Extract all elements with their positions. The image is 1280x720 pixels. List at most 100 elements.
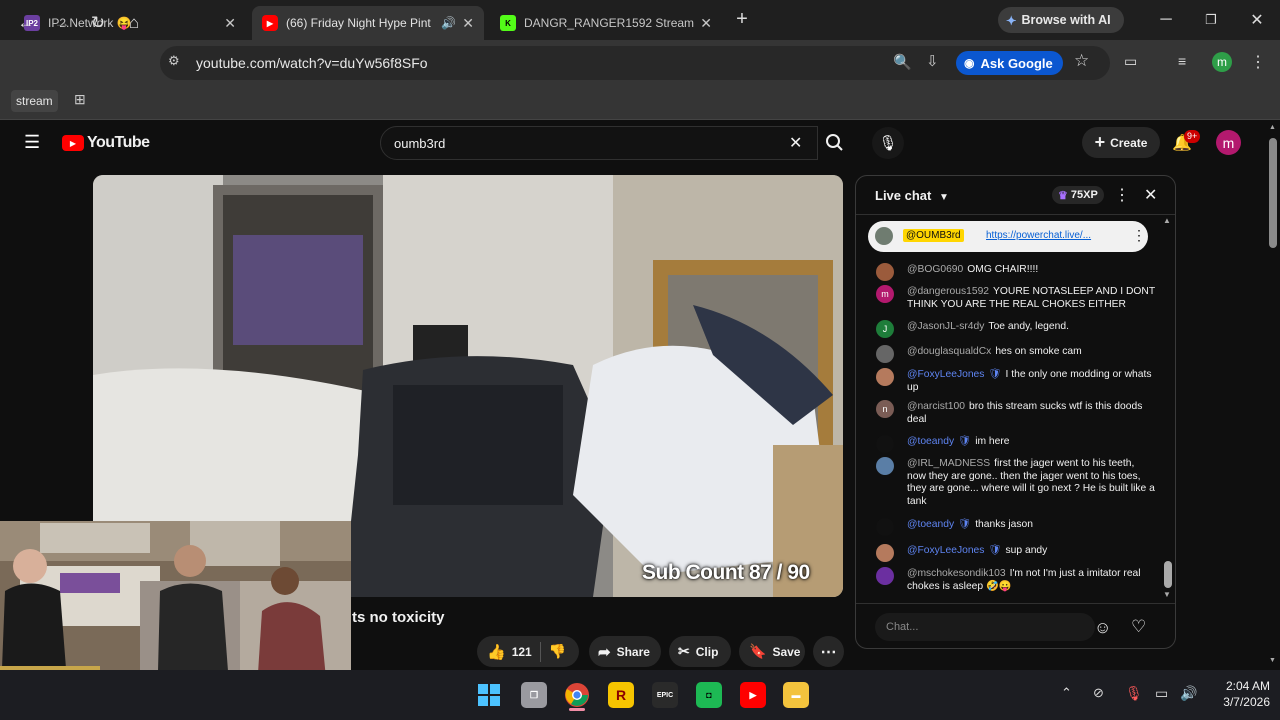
share-button[interactable]: ➦ Share xyxy=(589,636,661,667)
pinned-menu-icon[interactable]: ⋮ xyxy=(1132,227,1146,244)
reading-mode-icon[interactable]: ▭ xyxy=(1124,53,1137,70)
share-icon: ➦ xyxy=(598,643,611,661)
site-info-icon[interactable]: ⚙ xyxy=(168,53,186,71)
zoom-icon[interactable]: 🔍 xyxy=(893,53,912,71)
file-explorer-icon[interactable]: ▬ xyxy=(783,682,809,708)
tab-youtube[interactable]: ▶ (66) Friday Night Hype Pint 🔊 ✕ xyxy=(252,6,484,40)
search-button[interactable] xyxy=(816,126,852,160)
close-tab-icon[interactable]: ✕ xyxy=(224,15,236,32)
crown-icon: ♛ xyxy=(1058,189,1068,202)
message-text: hes on smoke cam xyxy=(995,346,1082,357)
chat-input[interactable]: Chat... xyxy=(875,613,1095,641)
ask-google-label: Ask Google xyxy=(980,55,1053,71)
browse-with-ai-button[interactable]: ✦ Browse with AI xyxy=(998,7,1124,33)
back-icon[interactable]: ← xyxy=(14,11,38,35)
network-off-icon[interactable]: ⊘ xyxy=(1093,685,1104,701)
create-label: Create xyxy=(1110,135,1148,150)
scroll-up-icon[interactable]: ▲ xyxy=(1163,216,1171,225)
page-scrollbar[interactable]: ▲ ▼ xyxy=(1266,121,1280,670)
create-button[interactable]: + Create xyxy=(1082,127,1160,158)
notification-badge: 9+ xyxy=(1184,130,1201,143)
scroll-down-icon[interactable]: ▼ xyxy=(1163,590,1171,599)
restore-icon[interactable]: ❐ xyxy=(1197,8,1225,32)
apps-grid-icon[interactable]: ⊞ xyxy=(74,91,86,108)
bookmark-star-icon[interactable]: ☆ xyxy=(1074,51,1089,71)
close-tab-icon[interactable]: ✕ xyxy=(700,15,712,32)
page-scrollbar-thumb[interactable] xyxy=(1269,138,1277,248)
chat-scrollbar-thumb[interactable] xyxy=(1164,561,1172,588)
install-icon[interactable]: ⇩ xyxy=(926,52,939,70)
account-avatar[interactable]: m xyxy=(1216,130,1241,155)
clip-button[interactable]: ✂ Clip xyxy=(669,636,731,667)
message-text: thanks jason xyxy=(975,519,1034,530)
display-icon[interactable]: ▭ xyxy=(1155,685,1168,702)
microphone-icon[interactable]: 🎙 xyxy=(1125,685,1143,702)
epic-games-icon[interactable]: EPIC xyxy=(652,682,678,708)
youtube-favicon-icon: ▶ xyxy=(262,15,278,31)
profile-avatar[interactable]: m xyxy=(1212,52,1232,72)
pinned-link[interactable]: https://powerchat.live/... xyxy=(986,230,1091,241)
clock[interactable]: 2:04 AM 3/7/2026 xyxy=(1206,678,1270,710)
dislike-icon[interactable]: 👎 xyxy=(549,643,566,660)
forward-icon[interactable]: → xyxy=(50,11,74,35)
save-button[interactable]: 🔖 Save xyxy=(739,636,805,667)
bookmark-stream[interactable]: stream xyxy=(11,90,58,112)
search-input[interactable] xyxy=(380,126,818,160)
volume-icon[interactable]: 🔊 xyxy=(1180,685,1197,702)
rockstar-icon[interactable]: R xyxy=(608,682,634,708)
divider xyxy=(539,641,541,662)
like-icon[interactable]: 👍 xyxy=(487,643,506,661)
speaker-icon[interactable]: 🔊 xyxy=(441,16,456,30)
like-count[interactable]: 121 xyxy=(512,645,532,659)
emoji-icon[interactable]: ☺ xyxy=(1094,618,1111,638)
media-control-icon[interactable]: ≡ xyxy=(1178,53,1186,69)
message-author[interactable]: @narcist100 xyxy=(907,401,965,412)
voice-search-icon[interactable]: 🎙 xyxy=(872,127,904,159)
task-view-icon[interactable]: ❐ xyxy=(521,682,547,708)
close-tab-icon[interactable]: ✕ xyxy=(462,15,474,32)
ask-google-button[interactable]: ◉ Ask Google xyxy=(956,51,1063,75)
message-author[interactable]: @FoxyLeeJones xyxy=(907,545,984,556)
reload-icon[interactable]: ↻ xyxy=(86,11,110,35)
chat-message: @douglasqualdCx hes on smoke cam xyxy=(876,345,1156,363)
message-author[interactable]: @toeandy xyxy=(907,519,954,530)
close-window-icon[interactable]: ✕ xyxy=(1243,8,1271,32)
message-author[interactable]: @dangerous1592 xyxy=(907,286,989,297)
message-author[interactable]: @FoxyLeeJones xyxy=(907,369,984,380)
message-author[interactable]: @douglasqualdCx xyxy=(907,346,991,357)
chrome-icon[interactable] xyxy=(564,682,590,708)
menu-kebab-icon[interactable]: ⋮ xyxy=(1250,52,1266,72)
chevron-up-icon[interactable]: ⌃ xyxy=(1061,685,1072,701)
live-chat-panel: Live chat ▼ ♛ 75XP ⋮ ✕ @OUMB3rd https://… xyxy=(855,175,1176,649)
search-input-value[interactable]: oumb3rd xyxy=(394,136,445,151)
scroll-up-icon[interactable]: ▲ xyxy=(1269,124,1276,131)
chat-menu-icon[interactable]: ⋮ xyxy=(1114,185,1130,205)
tab-kick[interactable]: K DANGR_RANGER1592 Stream - ✕ xyxy=(490,6,722,40)
close-chat-icon[interactable]: ✕ xyxy=(1144,185,1157,205)
clear-search-icon[interactable]: ✕ xyxy=(789,133,802,153)
message-author[interactable]: @toeandy xyxy=(907,436,954,447)
windows-start-icon[interactable] xyxy=(476,682,502,708)
url-text[interactable]: youtube.com/watch?v=duYw56f8SFo xyxy=(196,55,428,71)
message-author[interactable]: @mschokesondik103 xyxy=(907,568,1006,579)
home-icon[interactable]: ⌂ xyxy=(122,11,146,35)
xp-value: 75XP xyxy=(1070,189,1098,201)
hamburger-menu-icon[interactable]: ☰ xyxy=(24,132,40,153)
heart-icon[interactable]: ♡ xyxy=(1131,617,1146,637)
youtube-logo[interactable]: ▶ YouTube xyxy=(62,134,150,152)
message-author[interactable]: @BOG0690 xyxy=(907,264,963,275)
minimize-icon[interactable]: ─ xyxy=(1152,8,1180,32)
pinned-message[interactable]: @OUMB3rd https://powerchat.live/... ⋮ xyxy=(868,221,1148,252)
xp-badge[interactable]: ♛ 75XP xyxy=(1052,186,1104,204)
new-tab-icon[interactable]: + xyxy=(731,8,753,32)
message-author[interactable]: @IRL_MADNESS xyxy=(907,458,990,469)
moderator-badge-icon: 🛡 xyxy=(988,545,1002,556)
active-indicator xyxy=(569,708,585,711)
plus-icon: + xyxy=(1094,132,1106,152)
message-author[interactable]: @JasonJL-sr4dy xyxy=(907,321,984,332)
youtube-app-icon[interactable]: ▶ xyxy=(740,682,766,708)
more-actions-icon[interactable]: ⋯ xyxy=(813,636,844,667)
kick-app-icon[interactable]: ◘ xyxy=(696,682,722,708)
scroll-down-icon[interactable]: ▼ xyxy=(1269,657,1276,664)
live-chat-header[interactable]: Live chat ▼ xyxy=(875,188,949,203)
